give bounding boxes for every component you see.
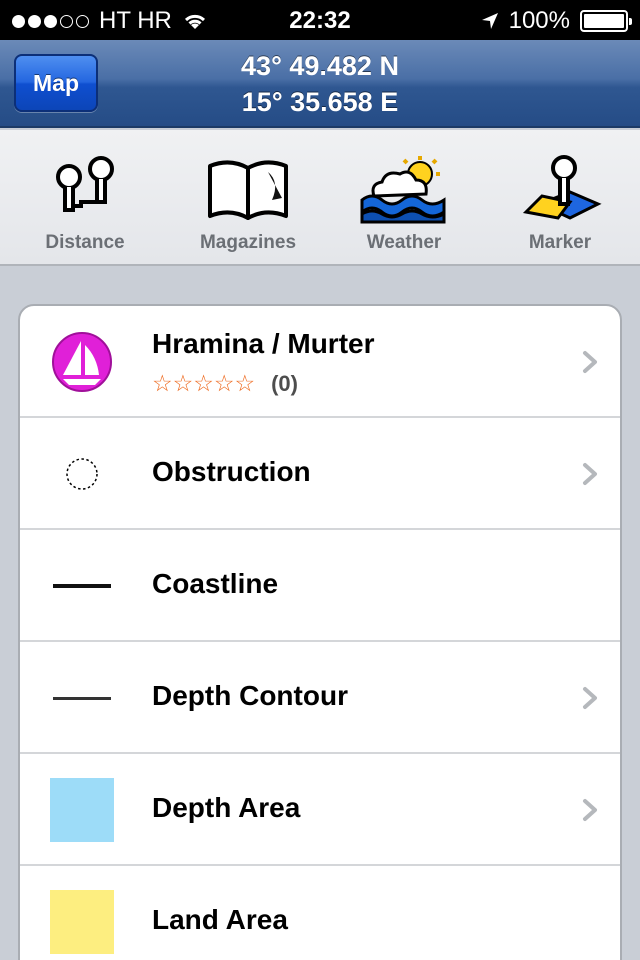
toolbar-item-marker[interactable]: Marker	[482, 130, 638, 266]
toolbar-label-marker: Marker	[528, 232, 592, 253]
rating-count: (0)	[271, 370, 298, 396]
latitude-label: 43° 49.482 N	[241, 51, 399, 81]
toolbar-label-distance: Distance	[45, 232, 125, 253]
list-item-hramina-murter[interactable]: Hramina / Murter ☆☆☆☆☆ (0)	[20, 306, 620, 418]
depth-area-swatch-icon	[50, 778, 114, 842]
status-bar: HT HR 22:32 100%	[0, 0, 640, 40]
location-arrow-icon	[481, 13, 498, 29]
toolbar-item-magazines[interactable]: Magazines	[170, 130, 326, 266]
list-item-title: Depth Area	[152, 792, 301, 823]
coordinates-display: 43° 49.482 N 15° 35.658 E	[0, 48, 640, 120]
toolbar-item-weather[interactable]: Weather	[326, 130, 482, 266]
battery-percent: 100%	[508, 7, 570, 34]
battery-icon	[580, 10, 632, 32]
toolbar-label-weather: Weather	[366, 232, 442, 253]
coastline-line-icon	[50, 554, 114, 618]
longitude-label: 15° 35.658 E	[241, 87, 399, 117]
list-item-depth-area[interactable]: Depth Area	[20, 754, 620, 866]
list-item-obstruction[interactable]: Obstruction	[20, 418, 620, 530]
feature-list: Hramina / Murter ☆☆☆☆☆ (0) Obstruction C…	[18, 304, 622, 960]
chevron-right-icon	[583, 687, 597, 709]
chevron-right-icon	[583, 463, 597, 485]
list-item-depth-contour[interactable]: Depth Contour	[20, 642, 620, 754]
list-item-title: Hramina / Murter	[152, 328, 375, 359]
list-item-title: Depth Contour	[152, 680, 348, 711]
magazine-icon	[208, 160, 288, 220]
distance-icon	[56, 156, 114, 212]
land-area-swatch-icon	[50, 890, 114, 954]
rating: ☆☆☆☆☆ (0)	[152, 370, 298, 397]
toolbar-label-magazines: Magazines	[199, 232, 297, 253]
chevron-right-icon	[583, 799, 597, 821]
status-right: 100%	[481, 7, 632, 35]
list-item-title: Coastline	[152, 568, 279, 599]
list-item-coastline[interactable]: Coastline	[20, 530, 620, 642]
marker-icon	[522, 155, 602, 220]
weather-icon	[360, 156, 446, 224]
depth-contour-line-icon	[50, 666, 114, 730]
marina-sailboat-icon	[50, 330, 114, 394]
toolbar-item-distance[interactable]: Distance	[0, 130, 170, 266]
star-rating-icon: ☆☆☆☆☆	[152, 370, 256, 396]
navigation-bar: Map 43° 49.482 N 15° 35.658 E	[0, 40, 640, 128]
chevron-right-icon	[583, 351, 597, 373]
tool-bar: Distance Magazines Weather Marker	[0, 130, 640, 266]
list-item-title: Obstruction	[152, 456, 311, 487]
list-item-land-area[interactable]: Land Area	[20, 866, 620, 960]
list-item-title: Land Area	[152, 904, 288, 935]
dotted-circle-icon	[50, 442, 114, 506]
